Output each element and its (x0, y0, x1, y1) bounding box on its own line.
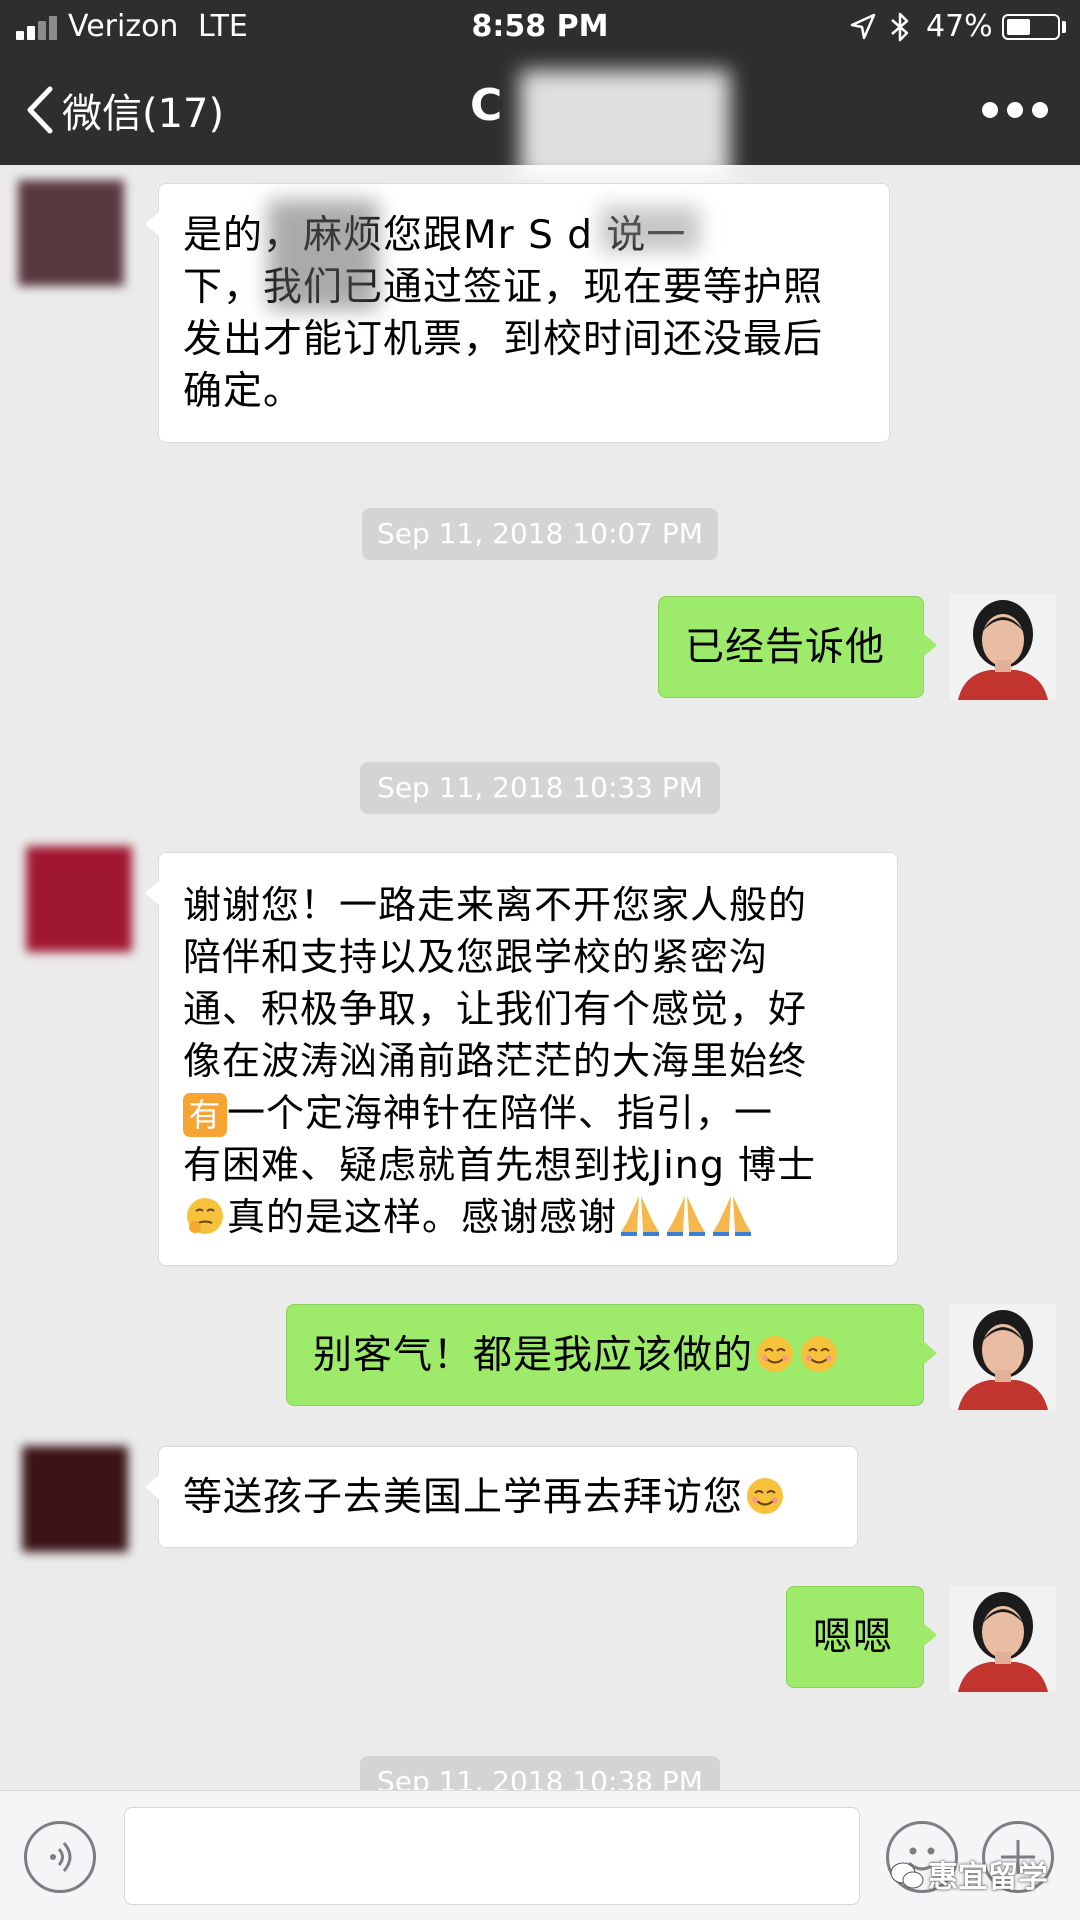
message-text: 嗯嗯 (813, 1615, 894, 1660)
portrait-icon (950, 594, 1056, 700)
outgoing-message[interactable]: 嗯嗯 (786, 1586, 937, 1688)
my-avatar[interactable] (950, 1586, 1056, 1692)
back-button[interactable]: 微信(17) (22, 82, 224, 138)
battery-icon (1002, 14, 1060, 40)
watermark: 惠宜留学 (890, 1852, 1048, 1896)
redaction-smudge (268, 200, 378, 310)
redaction-smudge (520, 70, 730, 180)
message-line: 像在波涛汹涌前路茫茫的大海里始终 (183, 1039, 808, 1083)
smiling-face-emoji (801, 1336, 838, 1372)
chat-title: C (470, 80, 503, 131)
you-badge-emoji: 有 (183, 1093, 227, 1137)
contact-avatar[interactable] (18, 180, 124, 286)
back-label: 微信(17) (62, 91, 225, 137)
praying-hands-emoji (621, 1196, 660, 1236)
battery-cap (1062, 21, 1066, 33)
timestamp-chip: Sep 11, 2018 10:33 PM (360, 762, 720, 814)
voice-input-button[interactable] (24, 1821, 96, 1893)
incoming-message[interactable]: 等送孩子去美国上学再去拜访您 (145, 1446, 858, 1548)
message-line: 确定。 (183, 369, 304, 414)
bluetooth-icon (891, 12, 909, 42)
more-options-button[interactable] (980, 90, 1050, 130)
contact-avatar[interactable] (26, 846, 132, 952)
message-text: 等送孩子去美国上学再去拜访您 (183, 1475, 744, 1520)
message-line: 谢谢您！一路走来离不开您家人般的 (183, 883, 808, 927)
status-bar: Verizon LTE 8:58 PM 47% (0, 0, 1080, 55)
contact-avatar[interactable] (22, 1446, 128, 1552)
message-text: 已经告诉他 (685, 625, 886, 670)
message-line-with-badge: 有一个定海神针在陪伴、指引，一 (183, 1087, 873, 1139)
voice-icon (50, 1842, 72, 1872)
my-avatar[interactable] (950, 594, 1056, 700)
battery-percent: 47% (926, 9, 993, 44)
message-line-with-emoji: 真的是这样。感谢感谢 (183, 1191, 873, 1243)
smiling-face-emoji (757, 1336, 794, 1372)
top-bar: Verizon LTE 8:58 PM 47% 微信(17) C (0, 0, 1080, 180)
message-text: 别客气！都是我应该做的 (313, 1333, 754, 1378)
message-line: 真的是这样。感谢感谢 (227, 1195, 618, 1239)
portrait-icon (950, 1304, 1056, 1410)
watermark-text: 惠宜留学 (928, 1860, 1048, 1895)
outgoing-message[interactable]: 别客气！都是我应该做的 (286, 1304, 937, 1406)
message-line: 一个定海神针在陪伴、指引，一 (227, 1091, 774, 1135)
smiling-face-emoji (747, 1478, 784, 1514)
portrait-icon (950, 1586, 1056, 1692)
praying-hands-emoji (713, 1196, 752, 1236)
thinking-face-emoji (187, 1198, 223, 1234)
message-line: 通、积极争取，让我们有个感觉，好 (183, 987, 808, 1031)
message-line: 陪伴和支持以及您跟学校的紧密沟 (183, 935, 769, 979)
incoming-message[interactable]: 谢谢您！一路走来离不开您家人般的 陪伴和支持以及您跟学校的紧密沟 通、积极争取，… (145, 852, 898, 1266)
battery-fill (1007, 19, 1030, 35)
message-line: 发出才能订机票，到校时间还没最后 (183, 317, 824, 362)
location-arrow-icon (850, 13, 876, 40)
message-line: 有困难、疑虑就首先想到找Jing 博士 (183, 1143, 817, 1187)
chevron-left-icon (27, 86, 53, 134)
status-time: 8:58 PM (471, 9, 609, 44)
my-avatar[interactable] (950, 1304, 1056, 1410)
outgoing-message[interactable]: 已经告诉他 (658, 596, 937, 698)
praying-hands-emoji (667, 1196, 706, 1236)
timestamp-chip: Sep 11, 2018 10:07 PM (362, 508, 718, 560)
redaction-smudge (600, 206, 700, 252)
wechat-logo-icon (890, 1862, 924, 1889)
message-input[interactable] (124, 1807, 860, 1905)
